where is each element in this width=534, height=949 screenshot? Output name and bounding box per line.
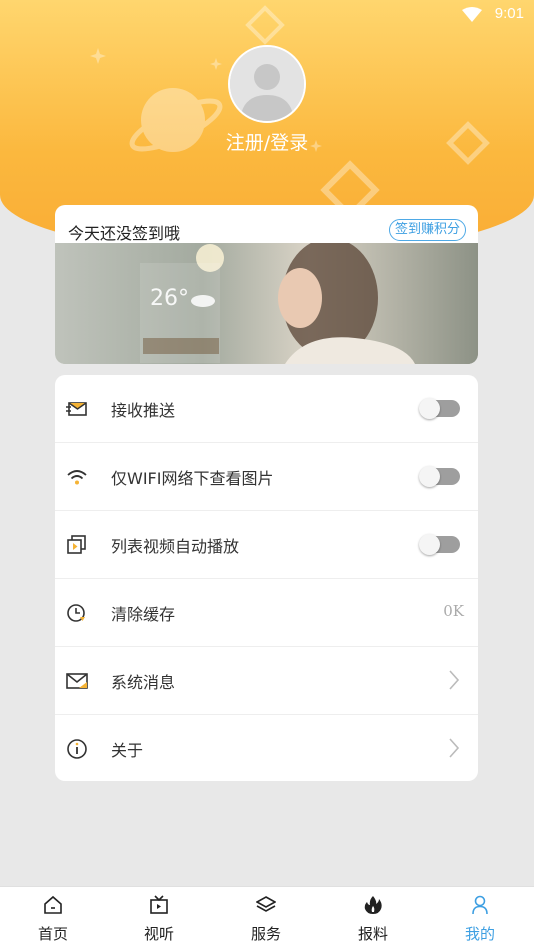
settings-item-label: 关于 — [111, 741, 144, 760]
toggle-knob — [419, 398, 440, 419]
home-icon — [44, 895, 62, 914]
settings-item-clear-cache[interactable]: 清除缓存 0K — [55, 579, 478, 647]
star-decoration-icon — [210, 58, 222, 70]
status-bar: 9:01 — [0, 0, 534, 30]
tab-label: 我的 — [464, 925, 495, 943]
settings-item-label: 系统消息 — [111, 673, 176, 692]
tab-label: 报料 — [357, 925, 388, 943]
tab-label: 服务 — [250, 925, 281, 943]
mail-icon — [66, 673, 88, 689]
avatar[interactable] — [228, 45, 306, 123]
banner-illustration: 26° — [55, 243, 478, 364]
status-time: 9:01 — [494, 5, 524, 22]
settings-item-system-messages[interactable]: 系统消息 — [55, 647, 478, 715]
settings-item-label: 接收推送 — [111, 401, 176, 420]
tab-report[interactable]: 报料 — [320, 887, 426, 949]
user-icon — [472, 895, 488, 915]
tv-icon — [150, 895, 168, 914]
info-icon — [67, 739, 87, 759]
flame-icon — [364, 896, 382, 914]
settings-item-push[interactable]: 接收推送 — [55, 375, 478, 443]
sign-in-status-text: 今天还没签到哦 — [68, 224, 181, 243]
login-register-link[interactable]: 注册/登录 — [0, 128, 534, 155]
tab-home[interactable]: 首页 — [0, 887, 106, 949]
sign-in-banner-image[interactable]: 26° — [55, 243, 478, 364]
settings-item-autoplay[interactable]: 列表视频自动播放 — [55, 511, 478, 579]
tab-label: 首页 — [37, 925, 68, 943]
default-avatar-icon — [230, 47, 304, 121]
chevron-right-icon — [449, 670, 460, 690]
tab-label: 视听 — [143, 925, 174, 943]
settings-item-about[interactable]: 关于 — [55, 715, 478, 781]
tab-services[interactable]: 服务 — [213, 887, 319, 949]
tab-video[interactable]: 视听 — [106, 887, 212, 949]
star-decoration-icon — [90, 48, 106, 64]
svg-text:26°: 26° — [150, 286, 189, 311]
settings-item-label: 列表视频自动播放 — [111, 537, 240, 556]
wifi-icon — [67, 470, 87, 485]
wifi-only-toggle[interactable] — [419, 466, 460, 487]
bottom-tab-bar: 首页 视听 服务 报料 我的 — [0, 886, 534, 949]
toggle-knob — [419, 466, 440, 487]
sign-in-card: 今天还没签到哦 签到赚积分 26° — [55, 205, 478, 364]
sign-in-points-button[interactable]: 签到赚积分 — [388, 219, 466, 241]
cache-size-value: 0K — [443, 602, 464, 620]
layers-icon — [256, 896, 276, 912]
settings-item-wifi-only[interactable]: 仅WIFI网络下查看图片 — [55, 443, 478, 511]
video-copy-icon — [67, 535, 86, 554]
autoplay-toggle[interactable] — [419, 534, 460, 555]
settings-item-label: 清除缓存 — [111, 605, 176, 624]
envelope-fly-icon — [66, 402, 87, 416]
tab-mine[interactable]: 我的 — [427, 887, 533, 949]
chevron-right-icon — [449, 738, 460, 758]
clock-icon — [67, 604, 85, 622]
push-toggle[interactable] — [419, 398, 460, 419]
toggle-knob — [419, 534, 440, 555]
settings-list: 接收推送 仅WIFI网络下查看图片 列表视频自动播放 清除缓存 0K 系统消息 … — [55, 375, 478, 781]
wifi-status-icon — [462, 7, 482, 22]
settings-item-label: 仅WIFI网络下查看图片 — [111, 469, 274, 488]
